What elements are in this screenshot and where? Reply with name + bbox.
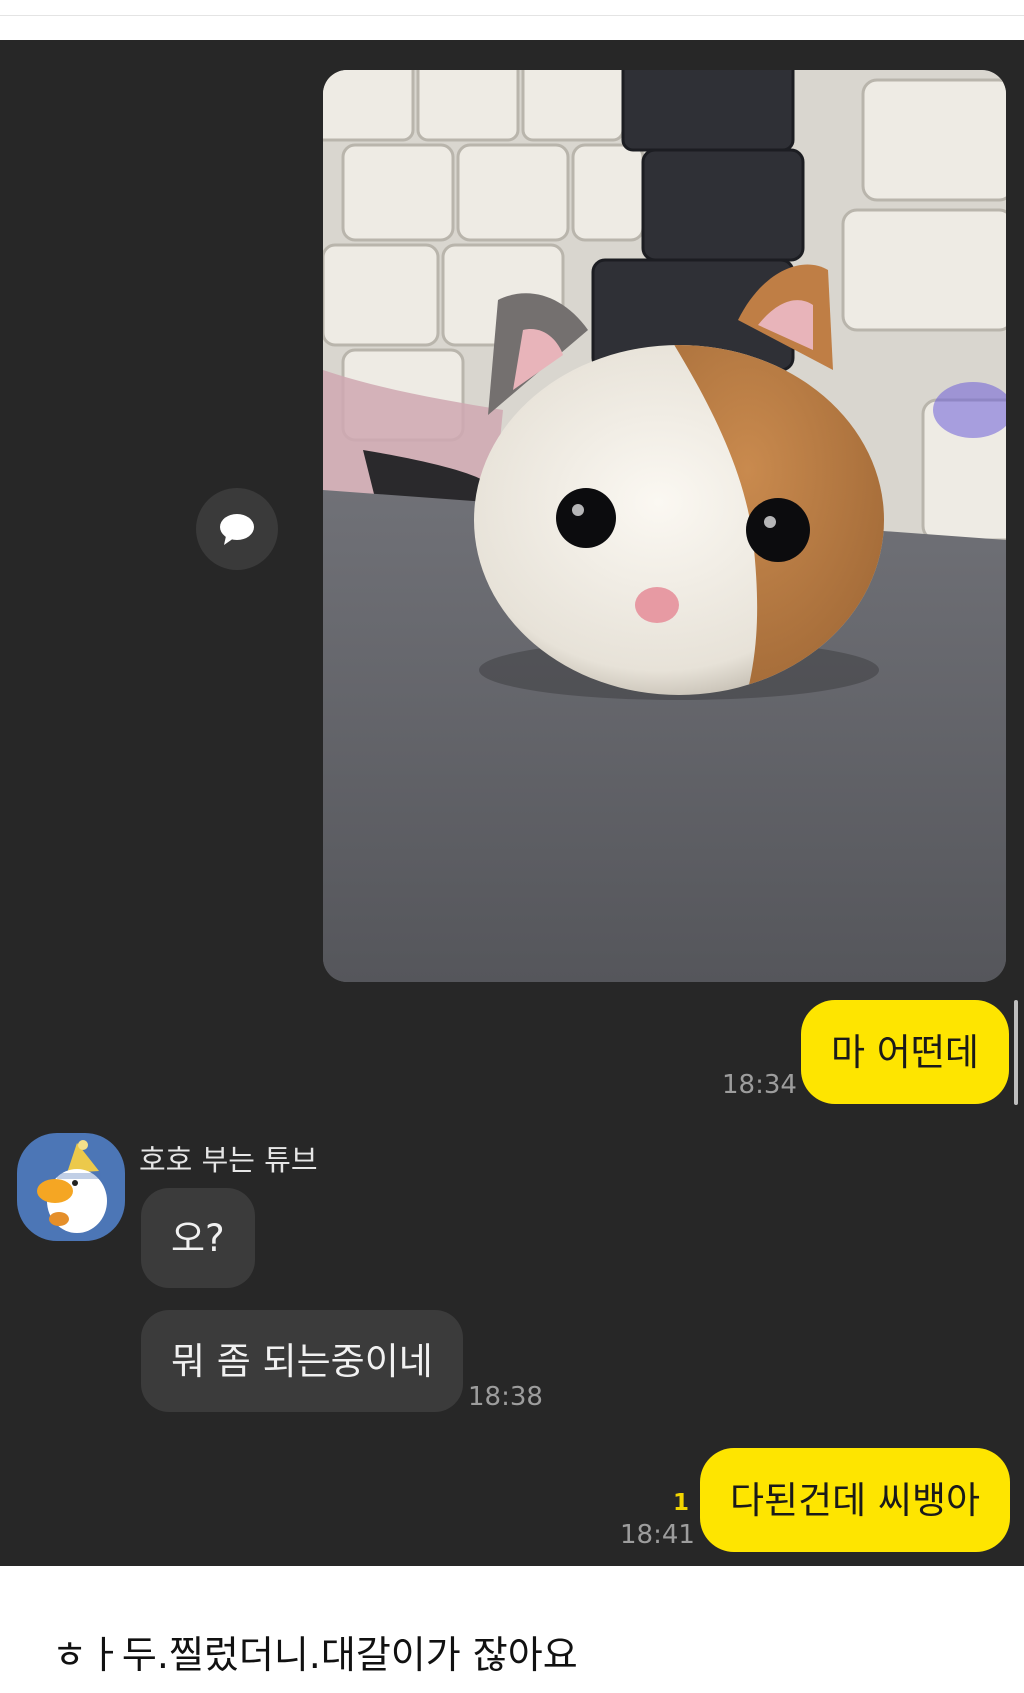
- photo-message[interactable]: [323, 70, 1006, 982]
- duck-character-avatar[interactable]: [17, 1133, 125, 1241]
- top-divider: [0, 15, 1024, 16]
- message-text: 뭐 좀 되는중이네: [171, 1339, 433, 1383]
- message-bubble-mine[interactable]: 다된건데 씨뱅아: [700, 1448, 1011, 1552]
- message-time: 18:41: [620, 1520, 695, 1550]
- felted-cat-photo: [323, 70, 1006, 982]
- message-time: 18:34: [722, 1070, 797, 1100]
- scrollbar[interactable]: [1014, 1000, 1018, 1105]
- sender-name: 호호 부는 튜브: [139, 1143, 318, 1177]
- message-bubble-theirs[interactable]: 뭐 좀 되는중이네: [141, 1310, 463, 1412]
- message-bubble-theirs[interactable]: 오?: [141, 1188, 255, 1288]
- unread-count: 1: [673, 1490, 690, 1516]
- message-text: 다된건데 씨뱅아: [730, 1478, 981, 1522]
- message-text: 오?: [171, 1216, 225, 1260]
- message-bubble-mine[interactable]: 마 어떤데: [801, 1000, 1009, 1104]
- chat-room[interactable]: 마 어떤데 18:34 호호 부는 튜브 오? 뭐 좀 되는중이네 18:38 …: [0, 40, 1024, 1566]
- post-caption: ㅎㅏ두.찔렀더니.대갈이가 잖아요: [52, 1633, 578, 1677]
- message-text: 마 어떤데: [831, 1030, 979, 1074]
- message-time: 18:38: [468, 1382, 543, 1412]
- speech-bubble-icon[interactable]: [196, 488, 278, 570]
